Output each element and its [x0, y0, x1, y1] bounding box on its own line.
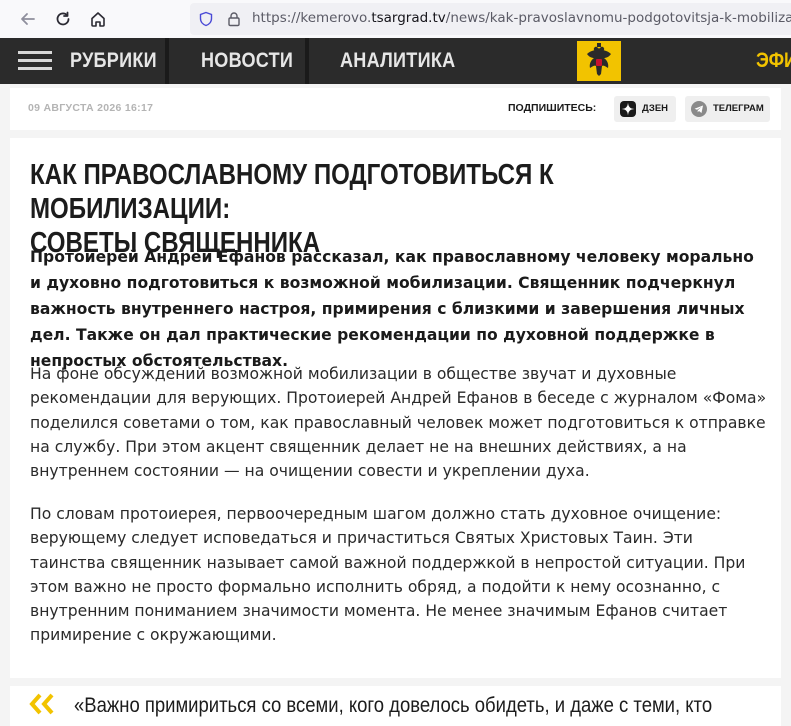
home-icon[interactable] — [86, 7, 110, 31]
article-paragraph: На фоне обсуждений возможной мобилизации… — [30, 365, 767, 481]
article-card: КАК ПРАВОСЛАВНОМУ ПОДГОТОВИТЬСЯ К МОБИЛИ… — [10, 138, 781, 678]
site-navigation: РУБРИКИ НОВОСТИ АНАЛИТИКА ЭФИ — [0, 38, 791, 84]
publish-date: 09 АВГУСТА 2026 16:17 — [28, 102, 154, 114]
nav-item-analitika[interactable]: АНАЛИТИКА — [340, 38, 455, 84]
eagle-logo[interactable] — [577, 41, 621, 81]
article-title-line: КАК ПРАВОСЛАВНОМУ ПОДГОТОВИТЬСЯ К МОБИЛИ… — [30, 159, 554, 225]
hamburger-menu-icon[interactable] — [18, 51, 52, 71]
url-path: /news/kak-pravoslavnomu-podgotovitsja-k-… — [445, 10, 791, 26]
nav-item-novosti[interactable]: НОВОСТИ — [201, 38, 293, 84]
subscribe-label: ПОДПИШИТЕСЬ: — [508, 102, 597, 114]
url-text[interactable]: https://kemerovo.tsargrad.tv/news/kak-pr… — [252, 10, 791, 26]
article-paragraph: По словам протоиерея, первоочередным шаг… — [30, 505, 746, 645]
url-prefix: https://kemerovo. — [252, 10, 372, 26]
reload-icon[interactable] — [51, 7, 75, 31]
telegram-label: ТЕЛЕГРАМ — [713, 103, 764, 114]
telegram-icon — [691, 101, 707, 117]
browser-toolbar: https://kemerovo.tsargrad.tv/news/kak-pr… — [0, 0, 791, 39]
back-arrow-icon[interactable] — [16, 7, 40, 31]
dzen-icon — [620, 101, 636, 117]
nav-divider — [305, 38, 309, 84]
address-bar[interactable]: https://kemerovo.tsargrad.tv/news/kak-pr… — [190, 3, 791, 35]
nav-item-rubriki[interactable]: РУБРИКИ — [70, 38, 157, 84]
article-lead: Протоиерей Андрей Ефанов рассказал, как … — [30, 248, 754, 370]
shield-icon[interactable] — [198, 11, 214, 27]
telegram-subscribe-button[interactable]: ТЕЛЕГРАМ — [685, 96, 770, 122]
nav-divider — [165, 38, 169, 84]
quote-text: «Важно примириться со всеми, кого довело… — [74, 694, 713, 717]
url-domain: tsargrad.tv — [371, 10, 446, 26]
quote-icon — [29, 693, 54, 715]
nav-item-efir[interactable]: ЭФИ — [756, 38, 791, 84]
dzen-label: ДЗЕН — [642, 103, 669, 114]
article-quote: «Важно примириться со всеми, кого довело… — [10, 686, 781, 726]
article-meta-row: 09 АВГУСТА 2026 16:17 ПОДПИШИТЕСЬ: ДЗЕН … — [10, 88, 781, 130]
lock-icon[interactable] — [226, 11, 242, 27]
dzen-subscribe-button[interactable]: ДЗЕН — [614, 96, 676, 122]
